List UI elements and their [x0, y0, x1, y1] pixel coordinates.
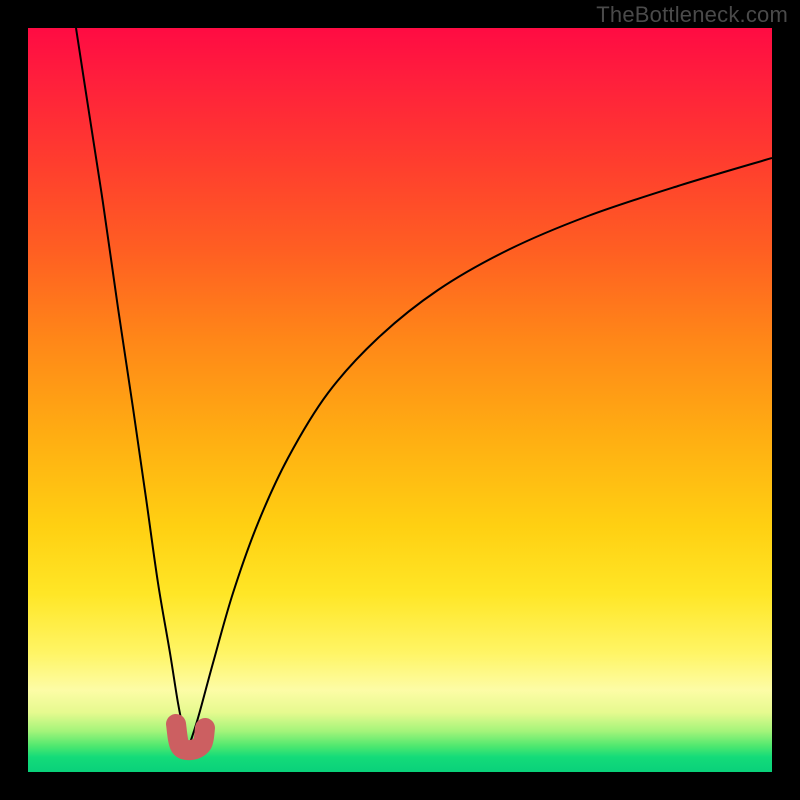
- minimum-marker-icon: [176, 724, 205, 750]
- curve-left-branch: [76, 28, 188, 749]
- bottleneck-curve: [28, 28, 772, 772]
- chart-frame: TheBottleneck.com: [0, 0, 800, 800]
- plot-area: [28, 28, 772, 772]
- watermark-text: TheBottleneck.com: [596, 2, 788, 28]
- curve-right-branch: [188, 158, 772, 749]
